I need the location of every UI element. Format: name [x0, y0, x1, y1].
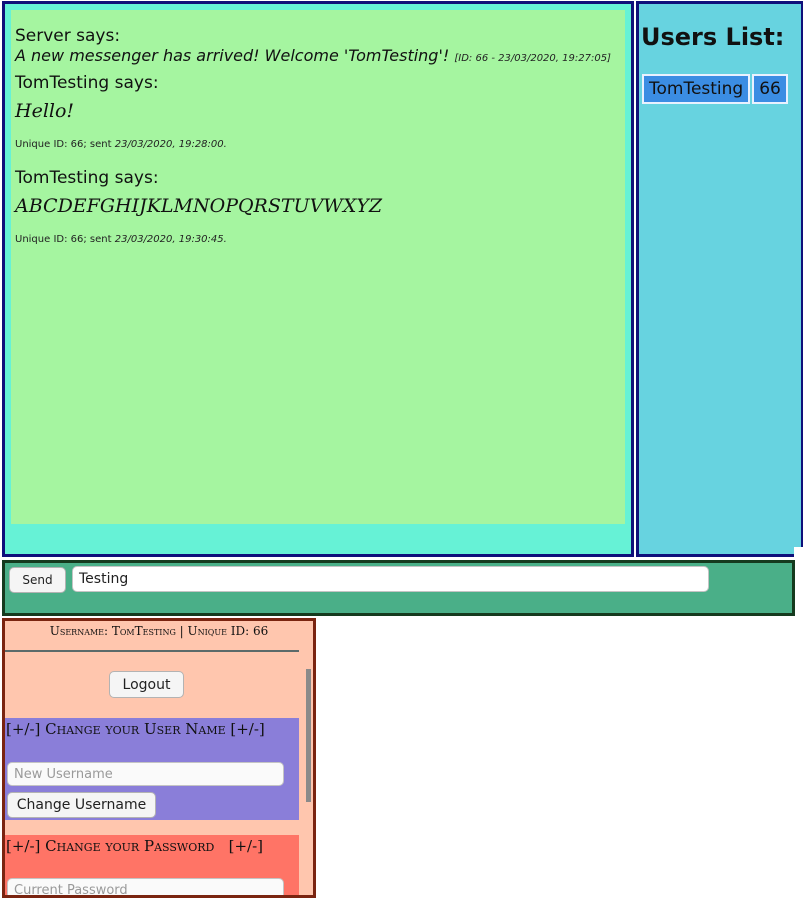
chat-message: TomTesting says: ABCDEFGHIJKLMNOPQRSTUVW… [11, 168, 625, 245]
divider [5, 650, 299, 652]
server-message-author: Server says: [15, 26, 121, 46]
chat-messages[interactable]: Server says: A new messenger has arrived… [11, 10, 625, 524]
message-footer-prefix: Unique ID: 66; sent [15, 234, 112, 245]
users-panel: Users List: TomTesting 66 [636, 1, 803, 557]
server-message-line: A new messenger has arrived! Welcome 'To… [15, 46, 625, 69]
message-footer-time: 23/03/2020, 19:28:00. [114, 139, 227, 150]
message-footer: Unique ID: 66; sent 23/03/2020, 19:28:00… [15, 139, 625, 150]
message-input[interactable]: Testing [72, 566, 709, 592]
change-username-toggle[interactable]: [+/-] Change your User Name [+/-] [5, 718, 299, 738]
change-username-button[interactable]: Change Username [7, 792, 156, 818]
server-message-meta: [ID: 66 - 23/03/2020, 19:27:05] [454, 53, 611, 64]
message-body: Hello! [15, 100, 75, 122]
new-username-input[interactable]: New Username [7, 762, 284, 786]
send-button[interactable]: Send [9, 567, 66, 593]
scrollbar-corner [794, 547, 803, 557]
message-footer: Unique ID: 66; sent 23/03/2020, 19:30:45… [15, 234, 625, 245]
logout-button[interactable]: Logout [109, 671, 184, 698]
message-footer-time: 23/03/2020, 19:30:45. [114, 234, 227, 245]
user-id-cell: 66 [752, 74, 788, 104]
account-header: Username: TomTesting | Unique ID: 66 [49, 624, 269, 638]
server-message: Server says: A new messenger has arrived… [11, 10, 625, 69]
change-username-section: [+/-] Change your User Name [+/-] New Us… [5, 718, 299, 820]
message-body: ABCDEFGHIJKLMNOPQRSTUVWXYZ [15, 195, 383, 217]
send-bar: Send Testing [2, 560, 795, 616]
account-panel: Username: TomTesting | Unique ID: 66 Log… [2, 618, 316, 898]
message-footer-prefix: Unique ID: 66; sent [15, 139, 112, 150]
message-author: TomTesting says: [15, 73, 159, 93]
server-message-text: A new messenger has arrived! Welcome 'To… [15, 46, 450, 65]
message-author: TomTesting says: [15, 168, 159, 188]
change-password-section: [+/-] Change your Password [+/-] Current… [5, 835, 299, 895]
users-list: TomTesting 66 [642, 74, 788, 104]
chat-panel: Server says: A new messenger has arrived… [2, 1, 634, 557]
chat-message: TomTesting says: Hello! Unique ID: 66; s… [11, 73, 625, 150]
users-list-title: Users List: [641, 23, 785, 51]
scrollbar-thumb[interactable] [306, 669, 311, 802]
current-password-input[interactable]: Current Password [7, 878, 284, 895]
change-password-toggle[interactable]: [+/-] Change your Password [+/-] [5, 835, 299, 855]
user-name-cell[interactable]: TomTesting [642, 74, 751, 104]
